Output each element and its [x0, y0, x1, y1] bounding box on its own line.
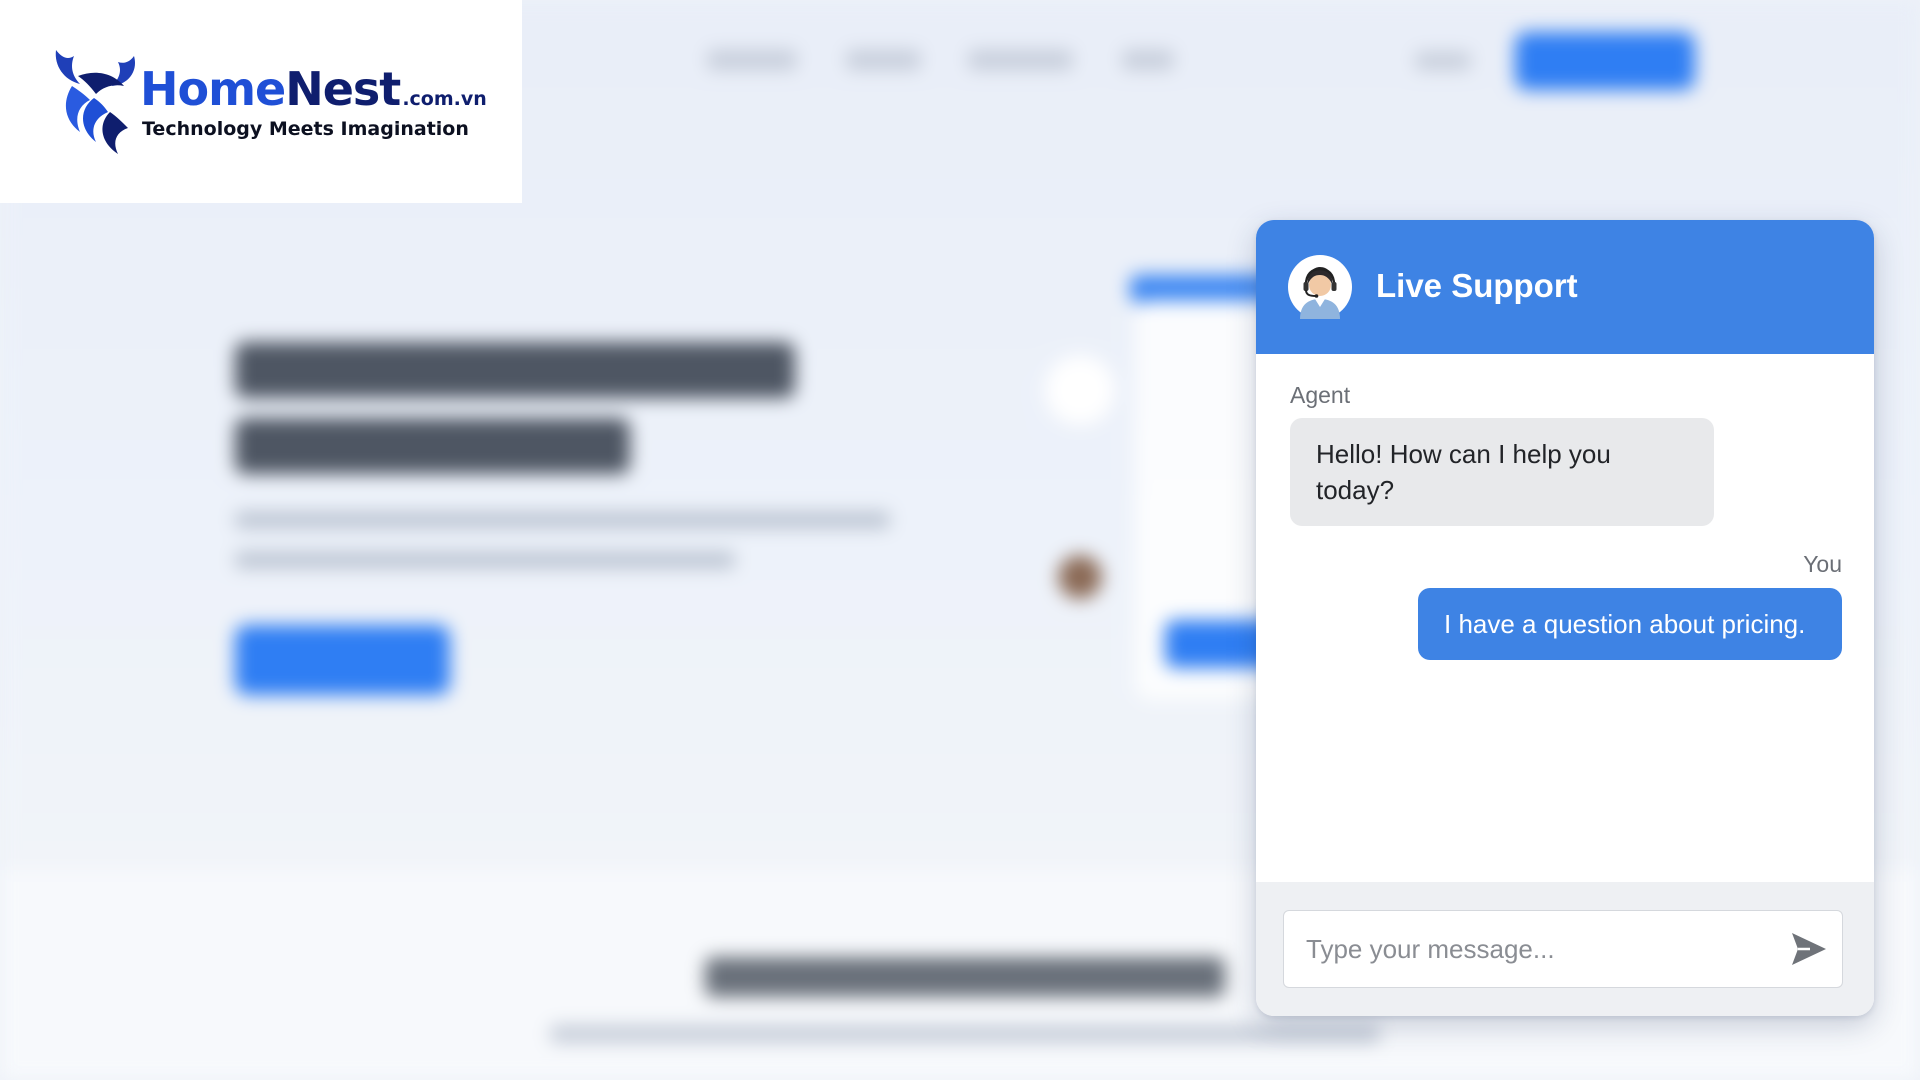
sender-label-agent: Agent [1290, 382, 1351, 408]
brand-name-nest: Nest [285, 62, 401, 116]
chat-title: Live Support [1376, 267, 1578, 304]
login-link-blurred [1415, 52, 1471, 70]
support-agent-headset-icon [1288, 255, 1352, 319]
message-input-container [1283, 910, 1843, 988]
sender-label-you: You [1803, 551, 1842, 577]
message-input[interactable] [1304, 911, 1768, 988]
nav-link-blurred [846, 50, 921, 70]
brand-wordmark: HomeNest .com.vn [140, 66, 487, 112]
hero-paragraph-blurred [235, 512, 890, 528]
brand-logo-panel: HomeNest .com.vn Technology Meets Imagina… [0, 0, 522, 203]
user-message-bubble: I have a question about pricing. [1418, 588, 1842, 660]
chat-header: Live Support [1256, 220, 1874, 354]
floating-bubble-blurred [1045, 355, 1115, 425]
hero-headline-blurred [235, 418, 630, 474]
agent-message-bubble: Hello! How can I help you today? [1290, 418, 1714, 526]
bull-horn-logo-icon [55, 50, 136, 154]
section-title-blurred [705, 957, 1225, 997]
live-support-chat-widget: Live Support Agent Hello! How can I help… [1256, 220, 1874, 1016]
brand-domain: .com.vn [402, 88, 487, 110]
hero-cta-button-blurred [235, 625, 450, 695]
nav-link-blurred [707, 50, 797, 70]
nav-cta-button-blurred [1515, 32, 1695, 90]
hero-headline-blurred [235, 342, 795, 398]
chat-message-list: Agent Hello! How can I help you today? Y… [1256, 354, 1874, 882]
section-subtitle-blurred [550, 1025, 1380, 1043]
nav-link-blurred [1122, 50, 1174, 70]
hero-paragraph-blurred [235, 552, 735, 568]
send-arrow-icon[interactable] [1788, 929, 1830, 969]
chat-composer [1256, 882, 1874, 1016]
brand-tagline: Technology Meets Imagination [142, 118, 469, 140]
avatar-blurred [1058, 555, 1102, 599]
nav-link-blurred [968, 50, 1073, 70]
brand-name-home: Home [140, 62, 286, 116]
